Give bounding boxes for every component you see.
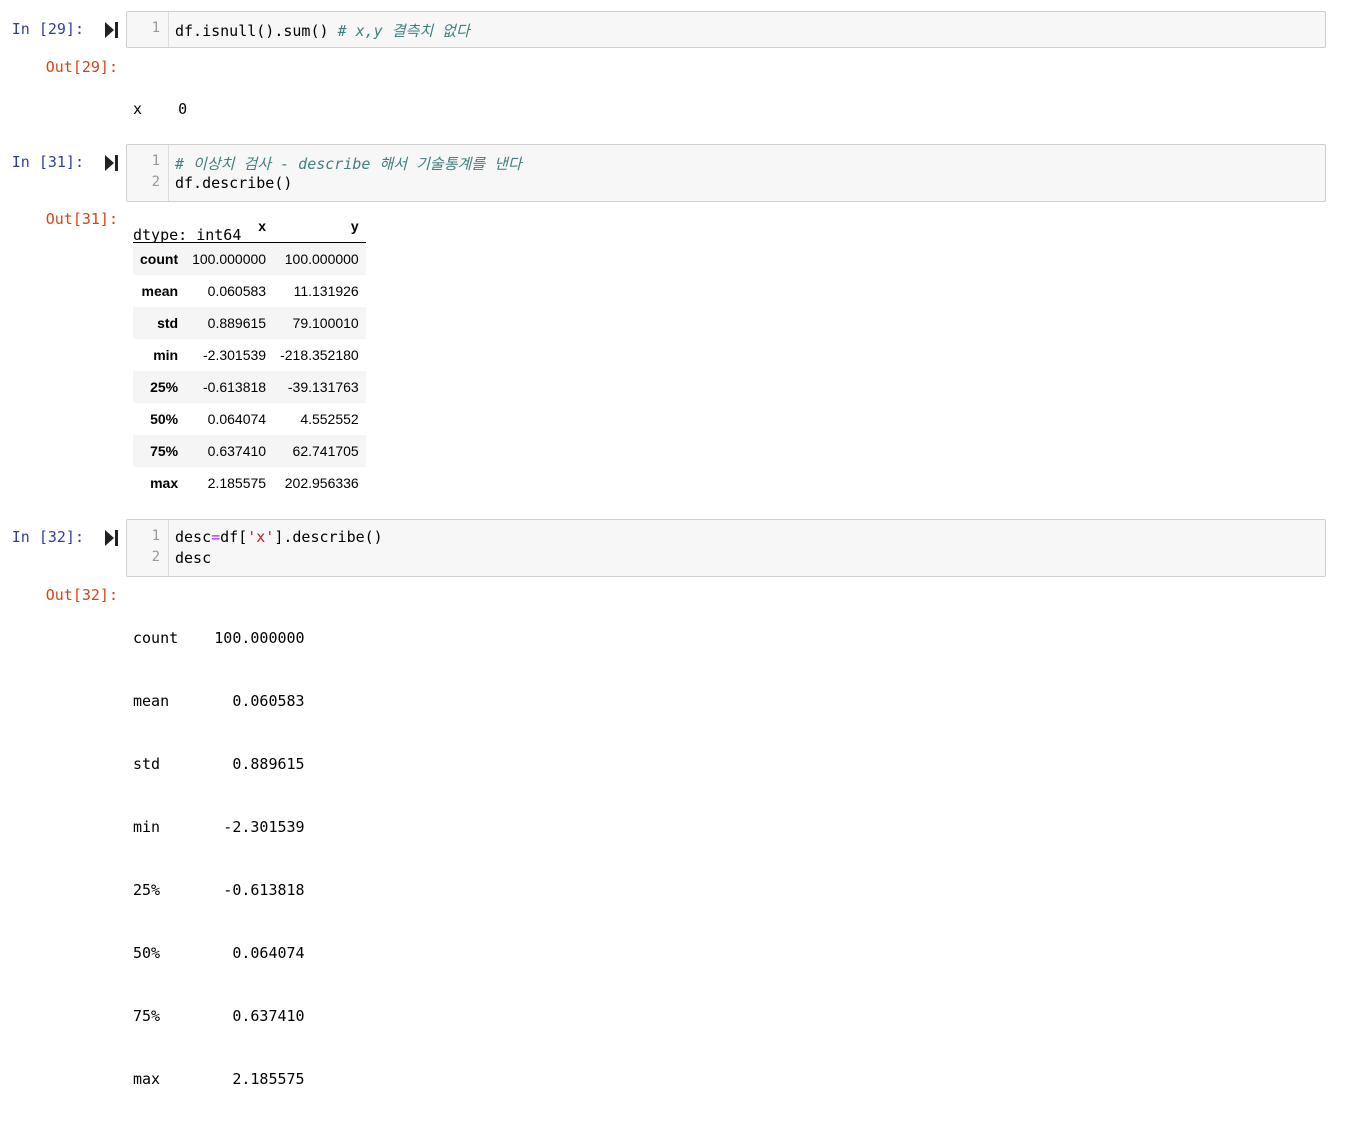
row-label: std	[157, 315, 179, 331]
column-header: x	[185, 210, 274, 243]
cell-x: -2.301539	[203, 347, 267, 363]
run-cell-icon[interactable]	[104, 21, 120, 39]
code-editor[interactable]: 1 df.isnull().sum() # x,y 결측치 없다	[126, 11, 1326, 48]
table-row: min -2.301539 -218.352180	[133, 339, 366, 371]
run-cell-icon[interactable]	[104, 154, 120, 172]
table-row: std 0.889615 79.100010	[133, 307, 366, 339]
index-header	[133, 210, 186, 243]
cell-y: 79.100010	[292, 315, 359, 331]
output-area: count 100.000000 mean 0.060583 std 0.889…	[133, 586, 305, 1132]
output-line: 75% 0.637410	[133, 1007, 305, 1025]
cell-x: 0.637410	[207, 443, 267, 459]
line-number: 2	[151, 174, 160, 190]
row-label: max	[150, 475, 179, 491]
output-line: 25% -0.613818	[133, 881, 305, 899]
code-line: desc=df['x'].describe()	[175, 528, 383, 546]
cell-x: -0.613818	[203, 379, 267, 395]
cell-y: 202.956336	[284, 475, 359, 491]
input-prompt: In [32]:	[11, 528, 84, 546]
row-label: mean	[141, 283, 179, 299]
output-line: mean 0.060583	[133, 692, 305, 710]
cell-x: 0.060583	[207, 283, 267, 299]
table-row: count 100.000000 100.000000	[133, 242, 366, 275]
table-row: 25% -0.613818 -39.131763	[133, 371, 366, 403]
row-label: min	[153, 347, 179, 363]
row-label: 75%	[150, 443, 179, 459]
input-prompt: In [31]:	[11, 153, 84, 171]
code-line: desc	[175, 549, 212, 567]
table-row: max 2.185575 202.956336	[133, 467, 366, 499]
cell-y: 11.131926	[293, 283, 359, 299]
cell-x: 0.889615	[207, 315, 267, 331]
cell-y: -218.352180	[280, 347, 359, 363]
output-prompt: Out[29]:	[45, 58, 118, 76]
output-prompt: Out[31]:	[45, 210, 118, 228]
table-row: mean 0.060583 11.131926	[133, 275, 366, 307]
row-label: 50%	[150, 411, 179, 427]
row-label: 25%	[150, 379, 179, 395]
code-line: df.describe()	[175, 174, 293, 192]
code-editor[interactable]: 1 desc=df['x'].describe() 2 desc	[126, 519, 1326, 577]
line-number: 2	[151, 549, 160, 565]
run-cell-icon[interactable]	[104, 529, 120, 547]
table-header-row: x y	[133, 210, 366, 243]
cell-y: 62.741705	[292, 443, 359, 459]
table-row: 75% 0.637410 62.741705	[133, 435, 366, 467]
describe-table: x y count 100.000000 100.000000 mean 0.0605…	[133, 210, 366, 499]
output-line: std 0.889615	[133, 755, 305, 773]
input-prompt: In [29]:	[11, 20, 84, 38]
line-number: 1	[151, 153, 160, 169]
line-number: 1	[151, 20, 160, 36]
cell-y: -39.131763	[287, 379, 359, 395]
code-line: df.isnull().sum() # x,y 결측치 없다	[175, 22, 470, 40]
code-line: # 이상치 검사 - describe 해서 기술통계를 낸다	[175, 155, 522, 173]
row-label: count	[140, 251, 179, 267]
cell-x: 100.000000	[192, 251, 267, 267]
cell-x: 2.185575	[207, 475, 267, 491]
code-editor[interactable]: 1 # 이상치 검사 - describe 해서 기술통계를 낸다 2 df.d…	[126, 144, 1326, 202]
output-line: 50% 0.064074	[133, 944, 305, 962]
cell-y: 100.000000	[284, 251, 359, 267]
cell-y: 4.552552	[300, 411, 359, 427]
output-line: count 100.000000	[133, 629, 305, 647]
output-line: min -2.301539	[133, 818, 305, 836]
output-line: x 0	[133, 100, 188, 118]
cell-x: 0.064074	[207, 411, 267, 427]
output-line: max 2.185575	[133, 1070, 305, 1088]
column-header: y	[273, 210, 366, 243]
line-number: 1	[151, 528, 160, 544]
table-row: 50% 0.064074 4.552552	[133, 403, 366, 435]
output-prompt: Out[32]:	[45, 586, 118, 604]
